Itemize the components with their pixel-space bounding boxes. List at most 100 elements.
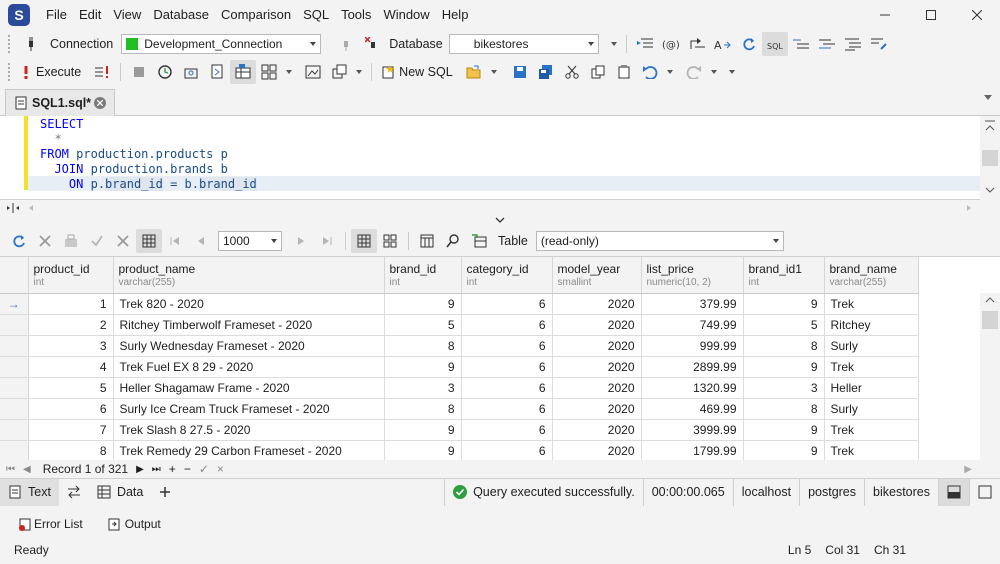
table-cell[interactable]: Surly — [824, 398, 919, 420]
table-cell[interactable]: 999.99 — [641, 335, 744, 357]
table-cell[interactable]: 6 — [461, 335, 553, 357]
row-indicator[interactable] — [0, 440, 29, 460]
table-row[interactable]: 7 Trek Slash 8 27.5 - 2020 9 6 2020 3999.99 9 T… — [0, 419, 919, 441]
disconnect-all-button[interactable] — [359, 32, 385, 56]
insert-record-button[interactable]: + — [169, 462, 176, 476]
table-cell[interactable]: 1 — [28, 293, 114, 315]
table-cell[interactable]: 6 — [461, 377, 553, 399]
column-header[interactable]: product_name varchar(255) — [113, 257, 385, 294]
column-chooser-button[interactable] — [414, 229, 440, 253]
chevron-down-icon[interactable] — [286, 70, 293, 74]
paste-button[interactable] — [611, 60, 637, 84]
maximize-button[interactable] — [908, 0, 954, 30]
tab-data[interactable]: Data — [89, 479, 151, 506]
menu-edit[interactable]: Edit — [73, 0, 107, 30]
menu-database[interactable]: Database — [147, 0, 215, 30]
refresh-button[interactable] — [736, 32, 762, 56]
table-cell[interactable]: 6 — [461, 398, 553, 420]
chevron-down-icon[interactable] — [490, 70, 497, 74]
column-header[interactable]: list_price numeric(10, 2) — [641, 257, 744, 294]
table-cell[interactable]: 3 — [743, 377, 825, 399]
table-cell[interactable]: 8 — [384, 335, 462, 357]
table-cell[interactable]: 2020 — [552, 440, 642, 460]
open-button[interactable] — [461, 60, 487, 84]
menu-tools[interactable]: Tools — [335, 0, 377, 30]
discard-changes-button[interactable] — [110, 229, 136, 253]
next-page-button[interactable] — [288, 229, 314, 253]
chevron-down-icon[interactable] — [710, 70, 717, 74]
next-record-button[interactable]: ▶ — [136, 464, 144, 475]
table-cell[interactable]: 9 — [743, 356, 825, 378]
row-indicator[interactable] — [0, 398, 29, 420]
menu-sql[interactable]: SQL — [297, 0, 335, 30]
first-page-button[interactable] — [162, 229, 188, 253]
row-indicator[interactable] — [0, 314, 29, 336]
last-page-button[interactable] — [314, 229, 340, 253]
table-cell[interactable]: 6 — [461, 440, 553, 460]
table-cell[interactable]: Trek — [824, 440, 919, 460]
table-cell[interactable]: 379.99 — [641, 293, 744, 315]
database-select[interactable]: bikestores — [448, 34, 599, 54]
row-indicator-header[interactable] — [0, 257, 29, 294]
menu-help[interactable]: Help — [436, 0, 475, 30]
table-cell[interactable]: 3 — [28, 335, 114, 357]
minimize-button[interactable] — [862, 0, 908, 30]
save-all-button[interactable] — [533, 60, 559, 84]
cancel-record-button[interactable]: × — [217, 462, 224, 476]
stop-button[interactable] — [126, 60, 152, 84]
table-cell[interactable]: 2020 — [552, 356, 642, 378]
uppercase-button[interactable]: A — [710, 32, 736, 56]
table-cell[interactable]: 5 — [28, 377, 114, 399]
table-cell[interactable]: 749.99 — [641, 314, 744, 336]
table-cell[interactable]: 8 — [28, 440, 114, 460]
undo-button[interactable] — [637, 60, 663, 84]
apply-changes-button[interactable] — [84, 229, 110, 253]
query-profiler-button[interactable] — [178, 60, 204, 84]
table-cell[interactable]: 6 — [461, 314, 553, 336]
refresh-results-button[interactable] — [6, 229, 32, 253]
table-cell[interactable]: 1320.99 — [641, 377, 744, 399]
chevron-down-icon[interactable] — [666, 70, 673, 74]
last-record-button[interactable]: ⏭ — [152, 464, 161, 475]
table-cell[interactable]: Trek Slash 8 27.5 - 2020 — [113, 419, 385, 441]
uncomment-button[interactable] — [814, 32, 840, 56]
table-cell[interactable]: Trek Remedy 29 Carbon Frameset - 2020 — [113, 440, 385, 460]
table-cell[interactable]: 2020 — [552, 293, 642, 315]
column-header[interactable]: model_year smallint — [552, 257, 642, 294]
table-cell[interactable]: 8 — [743, 335, 825, 357]
table-cell[interactable]: 9 — [743, 440, 825, 460]
tab-text[interactable]: Text — [0, 478, 59, 506]
format-button[interactable] — [840, 32, 866, 56]
table-cell[interactable]: 6 — [461, 356, 553, 378]
close-window-button[interactable] — [954, 0, 1000, 30]
table-cell[interactable]: 5 — [743, 314, 825, 336]
column-header[interactable]: brand_id1 int — [743, 257, 825, 294]
indent-button[interactable] — [632, 32, 658, 56]
table-cell[interactable]: 1799.99 — [641, 440, 744, 460]
layout-button[interactable] — [256, 60, 282, 84]
table-row[interactable]: 8 Trek Remedy 29 Carbon Frameset - 2020 9 6… — [0, 440, 919, 460]
parameters-button[interactable]: (@) — [658, 32, 684, 56]
tab-swap[interactable] — [59, 479, 89, 506]
table-row[interactable]: → 1 Trek 820 - 2020 9 6 2020 379.99 9 Trek — [0, 293, 919, 315]
cached-updates-button[interactable] — [58, 229, 84, 253]
table-cell[interactable]: Ritchey — [824, 314, 919, 336]
table-cell[interactable]: Heller — [824, 377, 919, 399]
table-cell[interactable]: Trek — [824, 356, 919, 378]
table-cell[interactable]: 2020 — [552, 419, 642, 441]
copy-data-button[interactable] — [326, 60, 352, 84]
menu-file[interactable]: File — [40, 0, 73, 30]
row-indicator[interactable] — [0, 419, 29, 441]
save-button[interactable] — [507, 60, 533, 84]
delete-record-button[interactable]: − — [184, 462, 191, 476]
connect-button[interactable] — [18, 32, 44, 56]
menu-view[interactable]: View — [107, 0, 147, 30]
find-in-grid-button[interactable] — [440, 229, 466, 253]
column-header[interactable]: category_id int — [461, 257, 553, 294]
table-cell[interactable]: 9 — [743, 419, 825, 441]
results-grid-button[interactable] — [230, 60, 257, 84]
toolbar-overflow-icon[interactable] — [610, 42, 617, 46]
row-indicator[interactable] — [0, 335, 29, 357]
row-indicator[interactable] — [0, 377, 29, 399]
format-options-button[interactable] — [866, 32, 892, 56]
